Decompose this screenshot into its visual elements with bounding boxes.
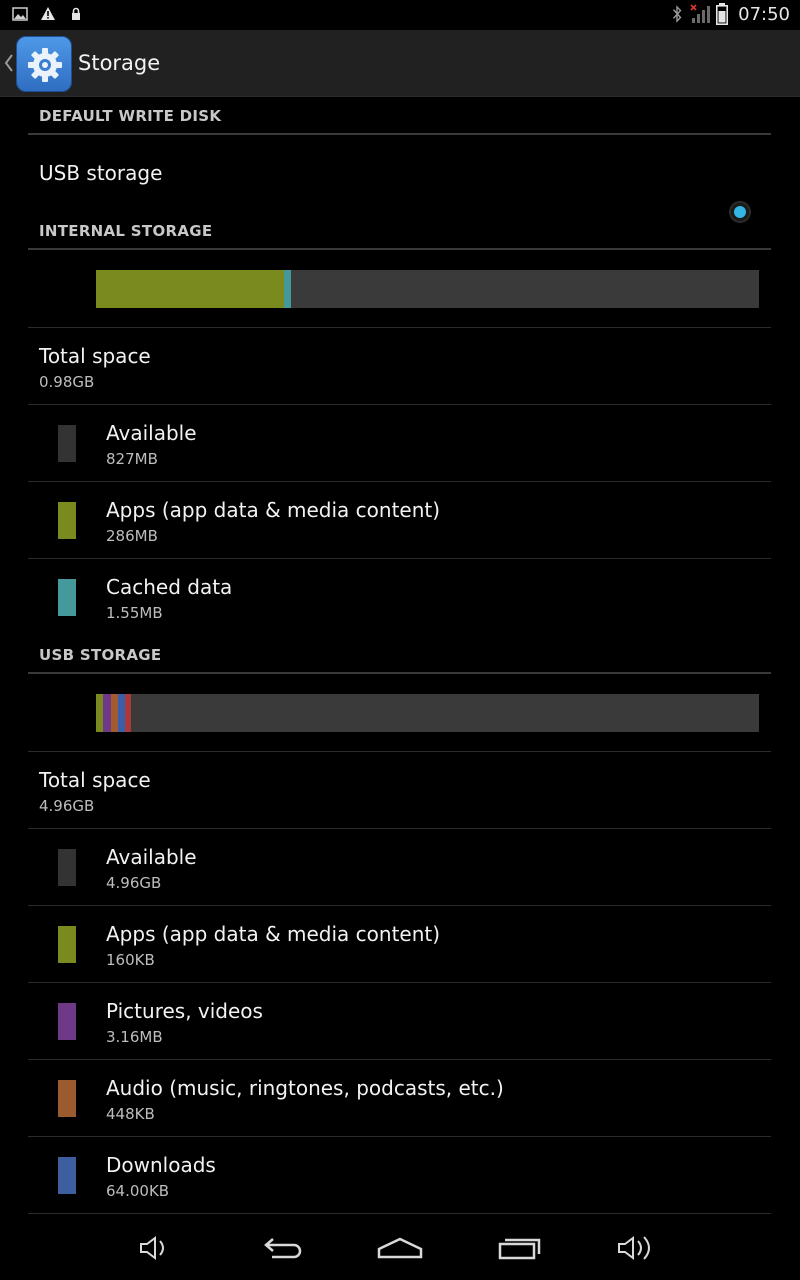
lock-icon — [72, 7, 80, 20]
usage-segment-apps — [96, 694, 103, 732]
usage-segment-misc — [125, 694, 131, 732]
color-swatch — [58, 849, 76, 886]
storage-item-value: 4.96GB — [106, 874, 162, 892]
color-swatch — [58, 425, 76, 462]
storage-item-value: 1.55MB — [106, 604, 163, 622]
usage-segment-apps — [96, 270, 285, 308]
section-header-label: USB STORAGE — [39, 646, 162, 664]
storage-item-value: 286MB — [106, 527, 158, 545]
storage-item-label: Apps (app data & media content) — [106, 922, 441, 946]
total-space-value: 0.98GB — [39, 373, 95, 391]
up-chevron-icon[interactable] — [3, 52, 15, 74]
volume-up-button[interactable] — [608, 1228, 664, 1268]
usb-storage-option-label: USB storage — [39, 161, 163, 185]
back-icon — [264, 1238, 302, 1259]
storage-item-label: Apps (app data & media content) — [106, 498, 441, 522]
usage-segment-cached — [284, 270, 291, 308]
storage-item-downloads[interactable]: Downloads 64.00KB — [28, 1137, 771, 1214]
usage-segment-downloads — [118, 694, 125, 732]
page-title: Storage — [78, 51, 161, 75]
internal-usage-bar — [96, 270, 759, 308]
storage-list: DEFAULT WRITE DISK USB storage INTERNAL … — [28, 97, 771, 1214]
usage-segment-audio — [111, 694, 118, 732]
battery-icon — [716, 3, 729, 25]
clock: 07:50 — [738, 3, 790, 25]
signal-icon — [690, 4, 711, 23]
storage-item-value: 827MB — [106, 450, 158, 468]
usb-usage-bar — [96, 694, 759, 732]
color-swatch — [58, 1157, 76, 1194]
storage-item-label: Audio (music, ringtones, podcasts, etc.) — [106, 1076, 504, 1100]
total-space-label: Total space — [39, 344, 151, 368]
action-bar: Storage — [0, 30, 800, 97]
total-space-row[interactable]: Total space 0.98GB — [28, 328, 771, 405]
volume-down-icon — [140, 1236, 164, 1260]
volume-down-button[interactable] — [128, 1228, 184, 1268]
section-header-label: INTERNAL STORAGE — [39, 222, 213, 240]
storage-item-value: 160KB — [106, 951, 155, 969]
storage-item-cached-data[interactable]: Cached data 1.55MB — [28, 559, 771, 636]
section-header-default-write-disk: DEFAULT WRITE DISK — [28, 97, 771, 135]
storage-item-label: Downloads — [106, 1153, 216, 1177]
internal-usage-bar-row — [28, 250, 771, 328]
total-space-row[interactable]: Total space 4.96GB — [28, 752, 771, 829]
home-icon — [377, 1237, 423, 1259]
usb-storage-option[interactable]: USB storage — [28, 135, 771, 223]
section-header-label: DEFAULT WRITE DISK — [39, 107, 222, 125]
storage-item-value: 3.16MB — [106, 1028, 163, 1046]
storage-item-audio[interactable]: Audio (music, ringtones, podcasts, etc.)… — [28, 1060, 771, 1137]
storage-item-label: Cached data — [106, 575, 233, 599]
color-swatch — [58, 926, 76, 963]
warning-icon — [41, 7, 55, 20]
section-header-usb-storage: USB STORAGE — [28, 636, 771, 674]
color-swatch — [58, 579, 76, 616]
storage-item-apps[interactable]: Apps (app data & media content) 160KB — [28, 906, 771, 983]
color-swatch — [58, 1080, 76, 1117]
storage-item-value: 64.00KB — [106, 1182, 170, 1200]
storage-item-label: Available — [106, 845, 197, 869]
image-icon — [12, 7, 28, 21]
section-header-internal-storage: INTERNAL STORAGE — [28, 212, 771, 250]
storage-item-value: 448KB — [106, 1105, 155, 1123]
storage-item-available[interactable]: Available 827MB — [28, 405, 771, 482]
color-swatch — [58, 1003, 76, 1040]
usb-usage-bar-row — [28, 674, 771, 752]
bluetooth-icon — [673, 5, 682, 23]
storage-item-label: Pictures, videos — [106, 999, 263, 1023]
status-bar: 07:50 — [0, 0, 800, 30]
storage-item-label: Available — [106, 421, 197, 445]
volume-up-icon — [618, 1236, 650, 1260]
storage-item-available[interactable]: Available 4.96GB — [28, 829, 771, 906]
total-space-label: Total space — [39, 768, 151, 792]
total-space-value: 4.96GB — [39, 797, 95, 815]
color-swatch — [58, 502, 76, 539]
storage-item-pictures-videos[interactable]: Pictures, videos 3.16MB — [28, 983, 771, 1060]
navigation-bar — [0, 1216, 800, 1280]
gear-icon[interactable] — [16, 36, 72, 92]
back-button[interactable] — [254, 1228, 310, 1268]
storage-item-apps[interactable]: Apps (app data & media content) 286MB — [28, 482, 771, 559]
recent-apps-icon — [498, 1238, 541, 1260]
home-button[interactable] — [372, 1228, 428, 1268]
recent-apps-button[interactable] — [492, 1228, 548, 1268]
usage-segment-pictures — [103, 694, 111, 732]
